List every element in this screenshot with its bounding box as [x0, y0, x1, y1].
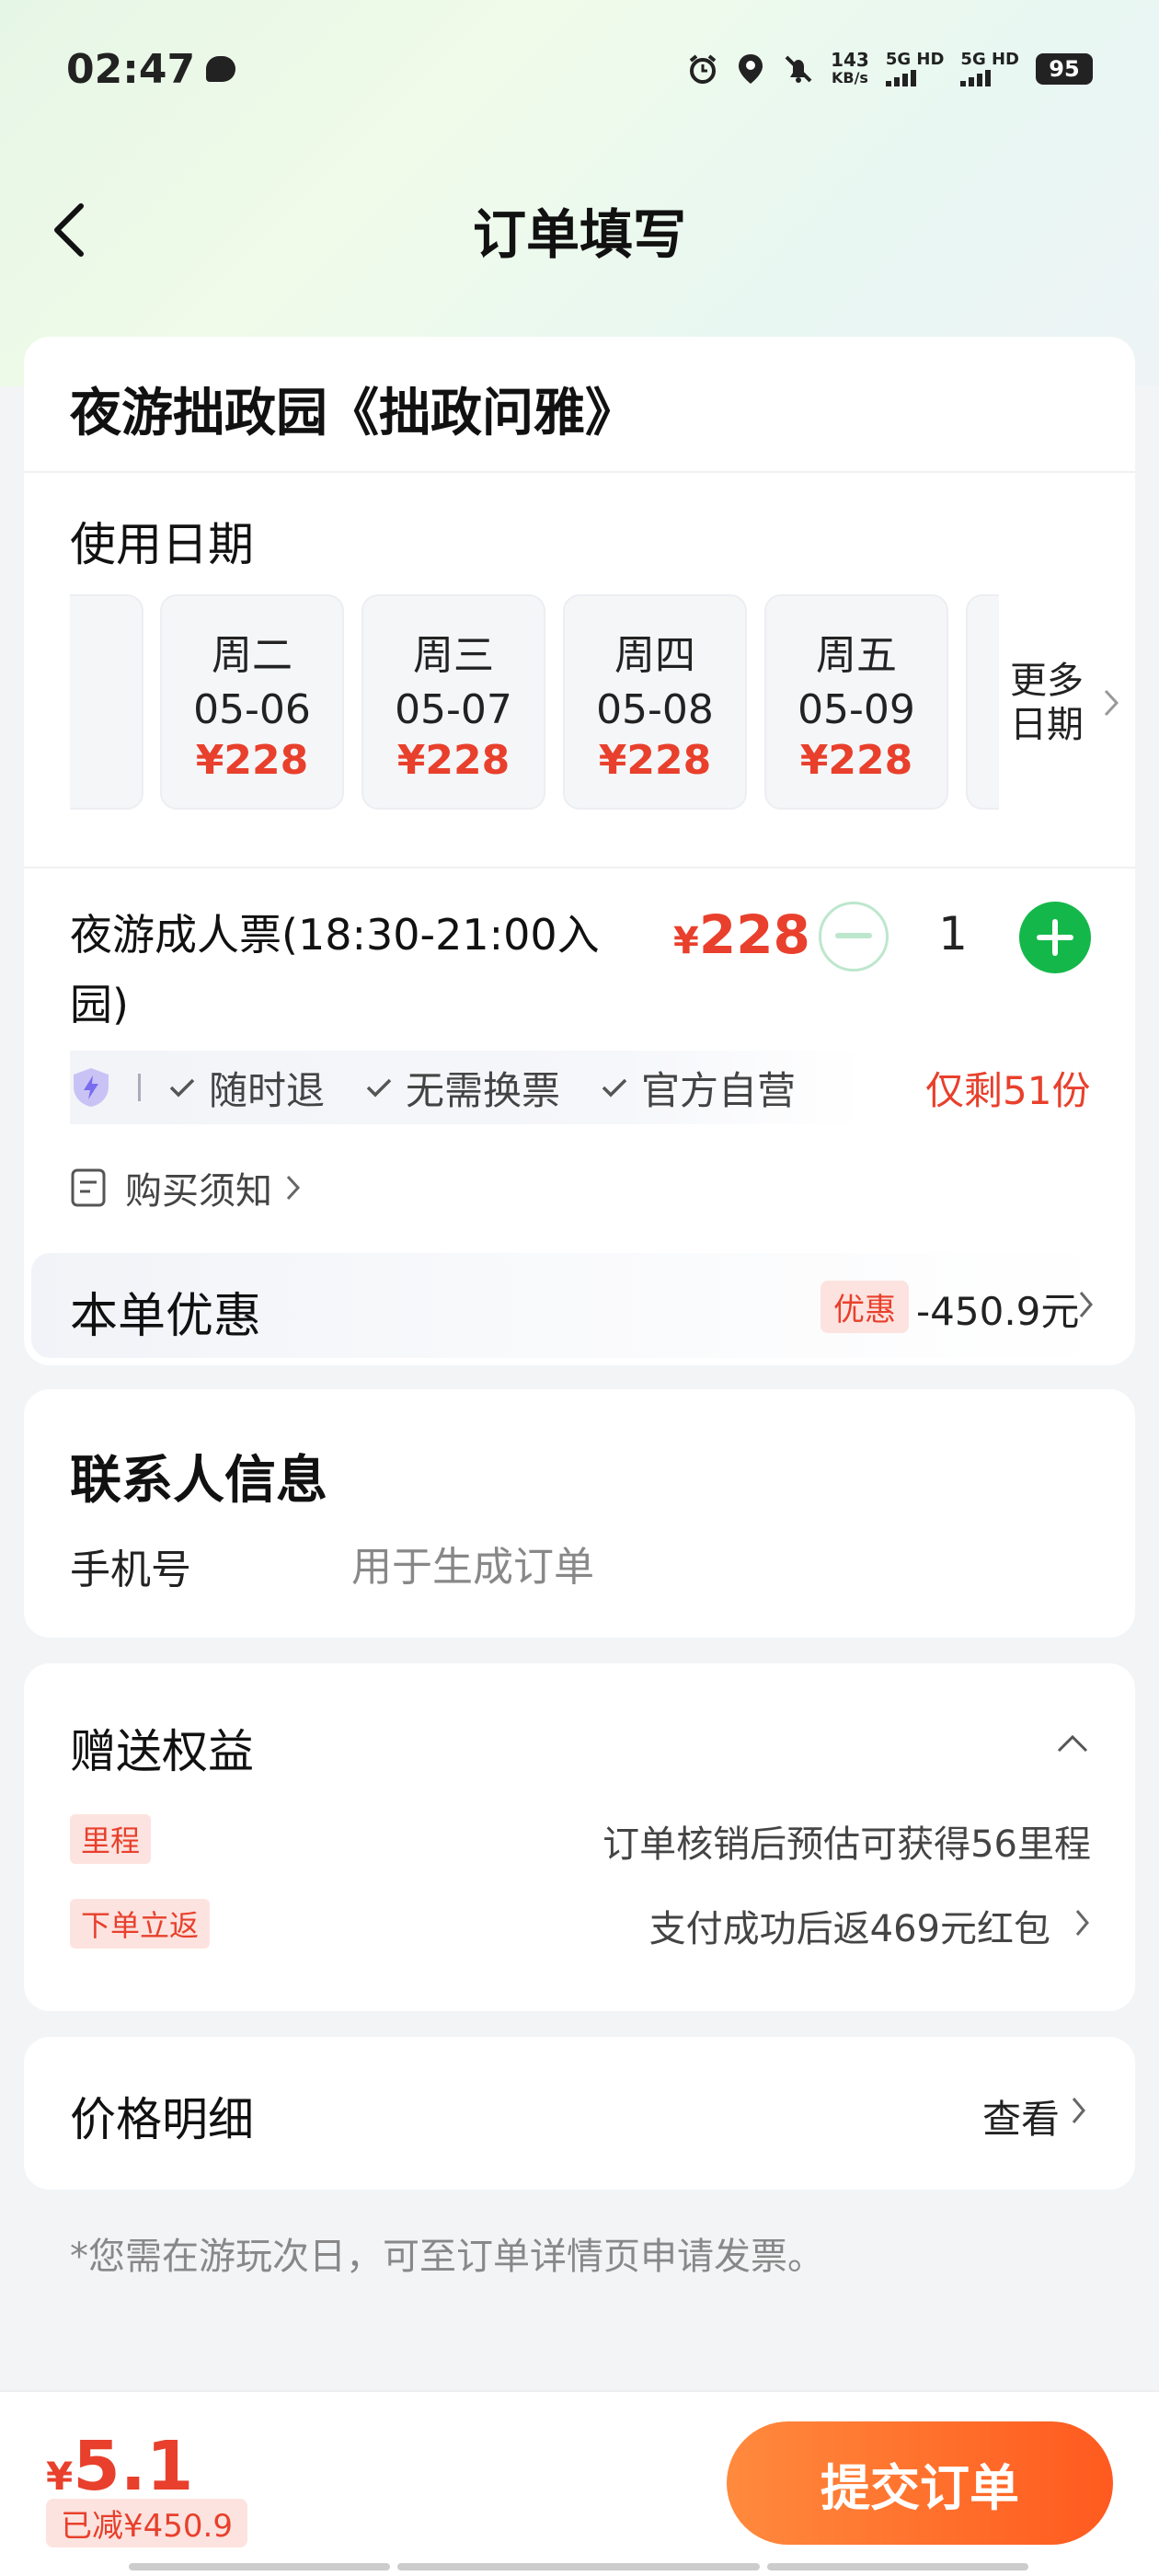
- network-speed: 143 KB/s: [831, 49, 869, 86]
- promo-badge: 优惠: [820, 1281, 909, 1333]
- tag-no-exchange: 无需换票: [365, 1060, 560, 1116]
- check-icon: [602, 1078, 627, 1098]
- date-chip[interactable]: 周三 05-07 ¥228: [361, 594, 545, 810]
- home-indicator: [397, 2563, 760, 2570]
- submit-order-button[interactable]: 提交订单: [727, 2421, 1113, 2545]
- tag-separator: [138, 1074, 141, 1101]
- back-icon[interactable]: [44, 203, 96, 257]
- chevron-right-icon: [286, 1175, 301, 1201]
- contact-card: 联系人信息 手机号: [24, 1389, 1135, 1638]
- battery-icon: 95: [1036, 53, 1093, 85]
- saved-badge: 已减¥450.9: [46, 2499, 247, 2547]
- price-detail-title: 价格明细: [70, 2093, 254, 2146]
- check-icon: [366, 1078, 392, 1098]
- shield-icon: [74, 1068, 109, 1107]
- chevron-right-icon: [1102, 684, 1120, 729]
- phone-input[interactable]: [351, 1535, 1087, 1599]
- chevron-right-icon: [1071, 2096, 1087, 2129]
- bottom-bar: ¥5.1 已减¥450.9 提交订单: [0, 2390, 1159, 2576]
- check-icon: [169, 1078, 195, 1098]
- status-time: 02:47: [66, 45, 196, 93]
- total-price: ¥5.1: [46, 2427, 194, 2506]
- chevron-right-icon: [1074, 1908, 1091, 1941]
- price-detail-card[interactable]: 价格明细 查看: [24, 2037, 1135, 2190]
- price-detail-view[interactable]: 查看: [982, 2088, 1060, 2145]
- promo-label: 本单优惠: [70, 1289, 262, 1344]
- quantity-value: 1: [938, 907, 968, 960]
- gift-title: 赠送权益: [70, 1725, 254, 1778]
- gift-benefits-card: 赠送权益 里程 订单核销后预估可获得56里程 下单立返 支付成功后返469元红包: [24, 1663, 1135, 2011]
- remaining-stock: 仅剩51份: [925, 1068, 1091, 1113]
- purchase-notice-link[interactable]: 购买须知: [70, 1161, 320, 1214]
- ticket-name: 夜游成人票(18:30-21:00入园): [70, 910, 600, 1029]
- divider: [24, 471, 1135, 473]
- gift-row-cashback[interactable]: 下单立返 支付成功后返469元红包: [70, 1895, 1091, 1950]
- gift-row-mileage: 里程 订单核销后预估可获得56里程: [70, 1811, 1091, 1866]
- mute-bell-icon: [783, 53, 814, 85]
- document-icon: [71, 1168, 106, 1207]
- home-indicator: [767, 2563, 1028, 2570]
- quantity-minus-button[interactable]: [819, 902, 889, 972]
- tag-official: 官方自营: [601, 1060, 796, 1116]
- chat-bubble-icon: [206, 56, 236, 82]
- date-scroller[interactable]: 天 04 28 周二 05-06 ¥228 周三 05-07 ¥228 周四 0…: [70, 594, 999, 811]
- contact-title: 联系人信息: [70, 1451, 327, 1511]
- status-bar: 02:47 143 KB/s 5G HD 5G HD 95: [0, 37, 1159, 101]
- quantity-plus-button[interactable]: [1019, 902, 1091, 973]
- date-section-label: 使用日期: [70, 518, 254, 571]
- nav-bar: 订单填写: [0, 184, 1159, 276]
- divider: [24, 867, 1135, 868]
- invoice-note: *您需在游玩次日，可至订单详情页申请发票。: [70, 2236, 824, 2278]
- chevron-right-icon: [1078, 1290, 1095, 1323]
- cashback-badge: 下单立返: [70, 1899, 211, 1949]
- date-chip[interactable]: 周二 05-06 ¥228: [160, 594, 344, 810]
- location-icon: [735, 53, 766, 85]
- alarm-icon: [687, 53, 718, 85]
- home-indicator: [129, 2563, 390, 2570]
- date-chip[interactable]: 周四 05-08 ¥228: [563, 594, 747, 810]
- page-title: 订单填写: [472, 203, 686, 266]
- chevron-up-icon[interactable]: [1056, 1733, 1089, 1757]
- cashback-text: 支付成功后返469元红包: [648, 1908, 1050, 1950]
- more-dates-button[interactable]: 更多 日期: [1010, 659, 1120, 747]
- tag-refund: 随时退: [168, 1060, 325, 1116]
- order-card: 夜游拙政园《拙政问雅》 使用日期 天 04 28 周二 05-06 ¥228 周…: [24, 337, 1135, 1365]
- promo-amount: -450.9元: [916, 1289, 1080, 1334]
- date-chip[interactable]: 天 04 28: [70, 594, 143, 810]
- ticket-tags: 随时退 无需换票 官方自营: [70, 1051, 865, 1124]
- status-icons: 143 KB/s 5G HD 5G HD 95: [687, 51, 1093, 87]
- product-title: 夜游拙政园《拙政问雅》: [70, 384, 637, 443]
- mileage-text: 订单核销后预估可获得56里程: [602, 1823, 1091, 1866]
- date-chip[interactable]: 周五 05-09 ¥228: [764, 594, 948, 810]
- signal-sim1-icon: 5G HD: [885, 52, 944, 86]
- ticket-price: ¥228: [673, 903, 810, 966]
- mileage-badge: 里程: [70, 1814, 152, 1864]
- phone-label: 手机号: [70, 1547, 191, 1593]
- promo-row[interactable]: 本单优惠 优惠 -450.9元: [31, 1253, 1117, 1358]
- date-chip[interactable]: [966, 594, 999, 810]
- signal-sim2-icon: 5G HD: [960, 52, 1019, 86]
